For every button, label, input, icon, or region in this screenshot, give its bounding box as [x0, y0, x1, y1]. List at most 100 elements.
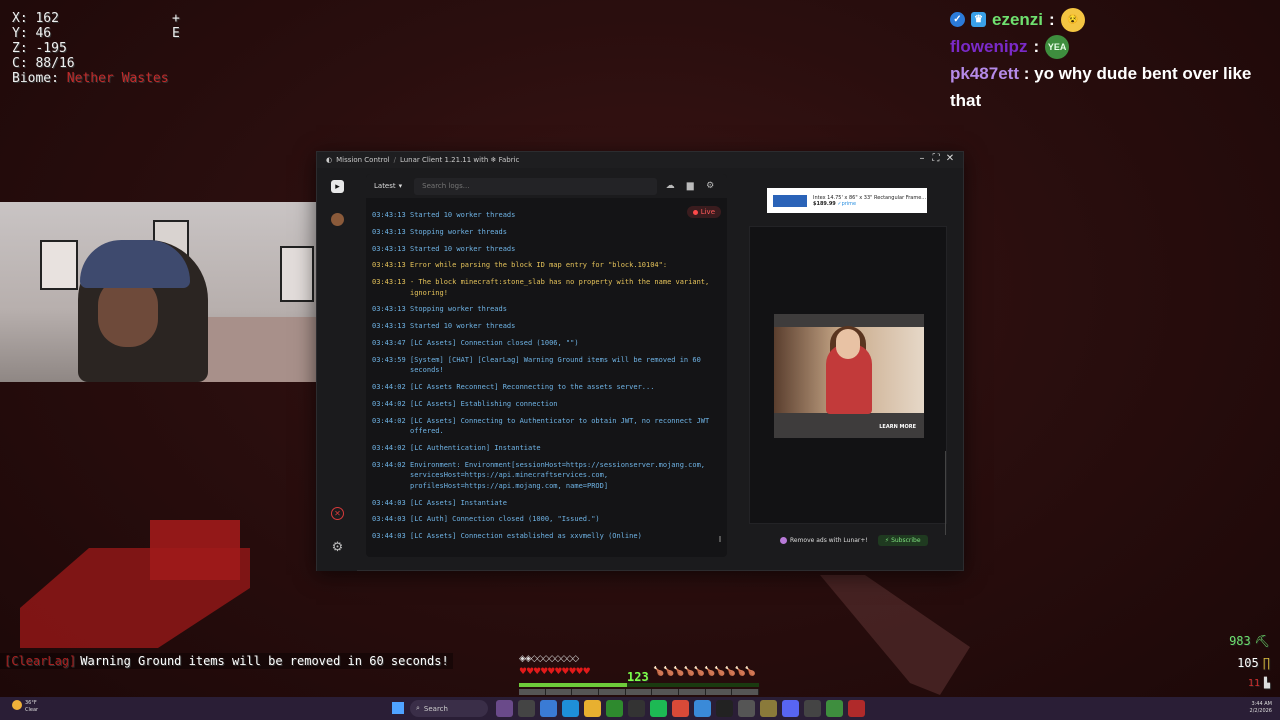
log-message: [LC Authentication] Instantiate [410, 444, 541, 453]
breadcrumb-root[interactable]: Mission Control [336, 156, 389, 164]
log-entry: 03:44:03 [LC Assets] Instantiate [372, 498, 717, 509]
remove-ads-link[interactable]: Remove ads with Lunar+! [780, 537, 868, 544]
video-ad[interactable]: LEARN MORE [774, 314, 924, 438]
profile-avatar[interactable] [331, 213, 344, 226]
copilot-icon[interactable] [540, 700, 557, 717]
item-count: 983 [1229, 634, 1251, 648]
chat-username: ezenzi [992, 9, 1044, 29]
coord-z: Z: -195 [12, 41, 67, 56]
subscribe-label: Subscribe [891, 537, 921, 544]
xbox-icon[interactable] [606, 700, 623, 717]
minecraft-icon[interactable] [826, 700, 843, 717]
maximize-icon[interactable]: ⛶ [931, 153, 941, 164]
hotbar-slots [519, 689, 760, 695]
log-message: Stopping worker threads [410, 305, 507, 314]
close-icon[interactable]: ✕ [945, 153, 955, 164]
log-viewer: Latest▾ ☁ ▆ ⚙ Live 03:43:13Started 10 wo… [366, 174, 727, 557]
player-hud: ◈◈◇◇◇◇◇◇◇◇ ♥♥♥♥♥♥♥♥♥♥ 123 🍗🍗🍗🍗🍗🍗🍗🍗🍗🍗 [519, 654, 763, 696]
coord-x: X: 162 [12, 11, 59, 26]
coord-y: Y: 46 [12, 26, 52, 41]
ad-woman-face [836, 329, 860, 359]
item-count-pickaxe: 983 ⛏ [1229, 634, 1270, 648]
hotbar-slot [546, 689, 573, 695]
xp-bar-fill [519, 683, 627, 687]
remove-ads-label: Remove ads with Lunar+! [790, 537, 868, 544]
log-timestamp: 03:44:03 [372, 498, 406, 507]
log-message: [LC Assets] Instantiate [410, 498, 507, 507]
debug-coordinates: X: 162 Y: 46 Z: -195 C: 88/16 Biome: Net… [12, 11, 169, 86]
chunk-info: C: 88/16 [12, 56, 75, 71]
log-timestamp: 03:44:02 [372, 444, 406, 453]
subscribe-button[interactable]: ⚡ Subscribe [877, 535, 928, 546]
log-scrollbar[interactable] [719, 536, 721, 542]
ad-banner[interactable]: Intex 14.75' x 86" x 33" Rectangular Fra… [767, 188, 927, 213]
log-message: [LC Assets] Connecting to Authenticator … [410, 416, 710, 436]
facing-direction: E [172, 26, 180, 41]
armor-bar: ◈◈◇◇◇◇◇◇◇◇ [519, 654, 579, 664]
window-controls: – ⛶ ✕ [917, 153, 955, 164]
log-timestamp: 03:44:03 [372, 532, 406, 541]
log-filter-dropdown[interactable]: Latest ▾ [366, 182, 408, 190]
taskbar-search[interactable]: ⌕ Search [410, 700, 488, 717]
chat-username: pk487ett [950, 64, 1019, 83]
hotbar-slot [599, 689, 626, 695]
edge-icon[interactable] [562, 700, 579, 717]
taskbar-apps [496, 700, 865, 717]
minimize-icon[interactable]: – [917, 153, 927, 164]
ad-banner-price: $189.99 [813, 200, 836, 207]
item-count: 11 [1247, 678, 1260, 689]
hotbar-slot [679, 689, 706, 695]
folder-icon[interactable]: ▆ [683, 179, 697, 193]
widgets-icon[interactable] [496, 700, 513, 717]
notepad-icon[interactable] [760, 700, 777, 717]
obs-icon[interactable] [628, 700, 645, 717]
log-entry: 03:43:59 [System] [CHAT] [ClearLag] Warni… [372, 355, 717, 376]
breadcrumb-current: Lunar Client 1.21.11 with ❄ Fabric [399, 156, 520, 164]
verified-badge-icon: ✓ [950, 12, 965, 27]
hunger-bar: 🍗🍗🍗🍗🍗🍗🍗🍗🍗🍗 [653, 667, 756, 677]
windows-start-icon[interactable] [392, 702, 404, 714]
search-icon: ⌕ [416, 704, 420, 712]
log-search-input[interactable] [414, 177, 658, 195]
log-message: [LC Assets] Establishing connection [410, 399, 558, 408]
file-explorer-icon[interactable] [584, 700, 601, 717]
taskbar-clock[interactable]: 3:44 AM 2/2/2026 [1250, 701, 1272, 715]
hotbar-slot [652, 689, 680, 695]
close-game-icon[interactable]: ✕ [331, 507, 344, 520]
log-entry: 03:44:02 [LC Assets] Establishing connect… [372, 399, 717, 410]
wall-poster [280, 246, 314, 302]
chat-separator: : [1018, 64, 1030, 83]
ad-panel: Intex 14.75' x 86" x 33" Rectangular Fra… [749, 188, 947, 535]
learn-more-button[interactable]: LEARN MORE [879, 424, 916, 430]
breadcrumb-separator: / [393, 156, 396, 164]
chat-username: flowenipz [950, 36, 1028, 56]
crown-badge-icon: ♛ [971, 12, 986, 27]
lunar-client-icon[interactable] [848, 700, 865, 717]
chrome-icon[interactable] [672, 700, 689, 717]
ad-scrollbar[interactable] [945, 451, 946, 535]
lunar-plus-icon [780, 537, 787, 544]
weather-icon [12, 700, 22, 710]
logs-nav-icon[interactable]: ▸ [331, 180, 344, 193]
capture-icon[interactable] [804, 700, 821, 717]
terminal-icon[interactable] [716, 700, 733, 717]
log-message: Started 10 worker threads [410, 244, 516, 253]
weather-widget[interactable]: 36°F Clear [12, 700, 38, 714]
leggings-icon: ∏ [1262, 656, 1270, 670]
video-ad-box: LEARN MORE [749, 226, 947, 535]
log-list[interactable]: 03:43:13 Started 10 worker threads 03:43:1… [372, 210, 717, 548]
log-timestamp: 03:43:47 [372, 339, 406, 348]
upload-cloud-icon[interactable]: ☁ [663, 179, 677, 193]
photos-icon[interactable] [694, 700, 711, 717]
discord-icon[interactable] [782, 700, 799, 717]
gear-icon[interactable]: ⚙ [703, 179, 717, 193]
chat-message: ✓ ♛ ezenzi : 😵 [950, 6, 1270, 33]
log-entry: 03:43:13 - The block minecraft:stone_slab… [372, 277, 717, 298]
hotbar-slot [519, 689, 546, 695]
log-toolbar: Latest▾ ☁ ▆ ⚙ [366, 174, 727, 198]
settings-gear-icon[interactable]: ⚙ [331, 540, 344, 555]
media-player-icon[interactable] [738, 700, 755, 717]
task-view-icon[interactable] [518, 700, 535, 717]
boots-icon: ▙ [1263, 678, 1270, 689]
spotify-icon[interactable] [650, 700, 667, 717]
